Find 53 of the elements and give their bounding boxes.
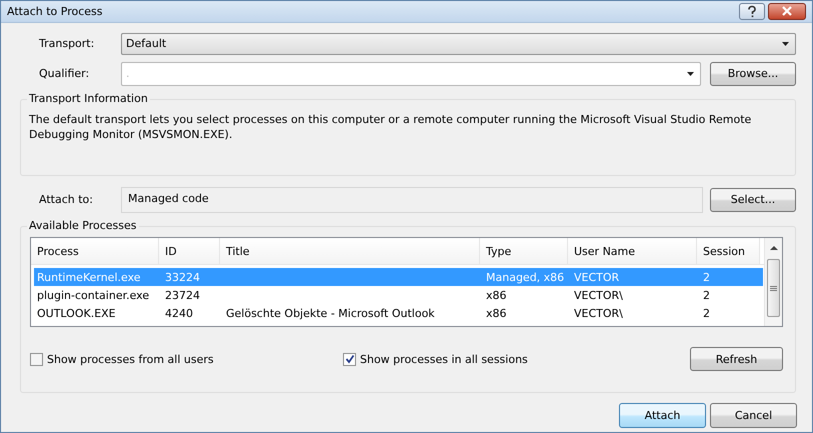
attach-to-label: Attach to: xyxy=(38,193,94,206)
browse-button[interactable]: Browse... xyxy=(710,62,796,86)
column-header[interactable]: Session xyxy=(697,238,760,264)
transport-description: The default transport lets you select processes on this computer or a remote computer running the Microsoft Visual Studio Remote Debugging Monitor (MSVSMON.EXE). xyxy=(29,112,752,142)
group-title: Available Processes xyxy=(27,219,139,232)
table-cell: plugin-container.exe xyxy=(37,288,150,302)
dropdown-arrow-icon xyxy=(687,72,694,76)
group-title: Transport Information xyxy=(27,92,150,105)
table-cell: 2 xyxy=(703,306,710,320)
refresh-button[interactable]: Refresh xyxy=(690,347,783,371)
transport-dropdown[interactable]: Default xyxy=(121,32,796,54)
table-cell: 2 xyxy=(703,270,710,284)
table-cell: Managed, x86 xyxy=(486,270,564,284)
dialog-button[interactable]: Cancel xyxy=(710,403,797,428)
table-cell: x86 xyxy=(486,306,507,320)
table-cell: VECTOR\ xyxy=(574,306,623,320)
checkbox[interactable] xyxy=(343,352,356,366)
table-cell: RuntimeKernel.exe xyxy=(37,270,141,284)
checkbox[interactable] xyxy=(30,352,43,366)
close-icon xyxy=(780,5,794,18)
vertical-scrollbar[interactable] xyxy=(764,238,782,326)
table-cell: 33224 xyxy=(165,270,200,284)
column-header[interactable]: Type xyxy=(480,238,568,264)
grip-icon xyxy=(770,286,777,290)
checkmark-icon xyxy=(344,354,354,364)
table-cell: x86 xyxy=(486,288,507,302)
table-cell: OUTLOOK.EXE xyxy=(37,306,116,320)
scrollbar-thumb[interactable] xyxy=(767,259,780,317)
window-title: Attach to Process xyxy=(7,5,102,18)
close-button[interactable] xyxy=(768,3,806,20)
dialog-button[interactable]: Attach xyxy=(619,403,706,428)
checkbox-label: Show processes in all sessions xyxy=(360,352,528,366)
table-cell: VECTOR xyxy=(574,270,620,284)
attach-to-field: Managed code xyxy=(121,186,703,212)
dropdown-arrow-icon xyxy=(782,42,789,46)
question-mark-icon xyxy=(745,5,759,18)
help-button[interactable] xyxy=(739,3,765,20)
table-cell: 4240 xyxy=(165,306,193,320)
column-header[interactable]: ID xyxy=(159,238,220,264)
column-header[interactable]: User Name xyxy=(568,238,697,264)
checkbox-label: Show processes from all users xyxy=(47,352,214,366)
table-cell: 23724 xyxy=(165,288,200,302)
table-cell: Gelöschte Objekte - Microsoft Outlook xyxy=(226,306,435,320)
transport-label: Transport: xyxy=(38,37,96,50)
column-header[interactable]: Process xyxy=(31,238,159,264)
scroll-up-arrow-icon xyxy=(770,246,778,250)
column-header[interactable]: Title xyxy=(220,238,480,264)
table-cell: VECTOR\ xyxy=(574,288,623,302)
select-button[interactable]: Select... xyxy=(710,188,796,212)
process-row[interactable]: plugin-container.exe 23724 x86 VECTOR\ 2 xyxy=(34,286,763,304)
qualifier-label: Qualifier: xyxy=(38,67,90,80)
table-cell: 2 xyxy=(703,288,710,302)
process-row[interactable]: OUTLOOK.EXE 4240 Gelöschte Objekte - Microsoft Outlook x86 VECTOR\ 2 xyxy=(34,304,763,322)
